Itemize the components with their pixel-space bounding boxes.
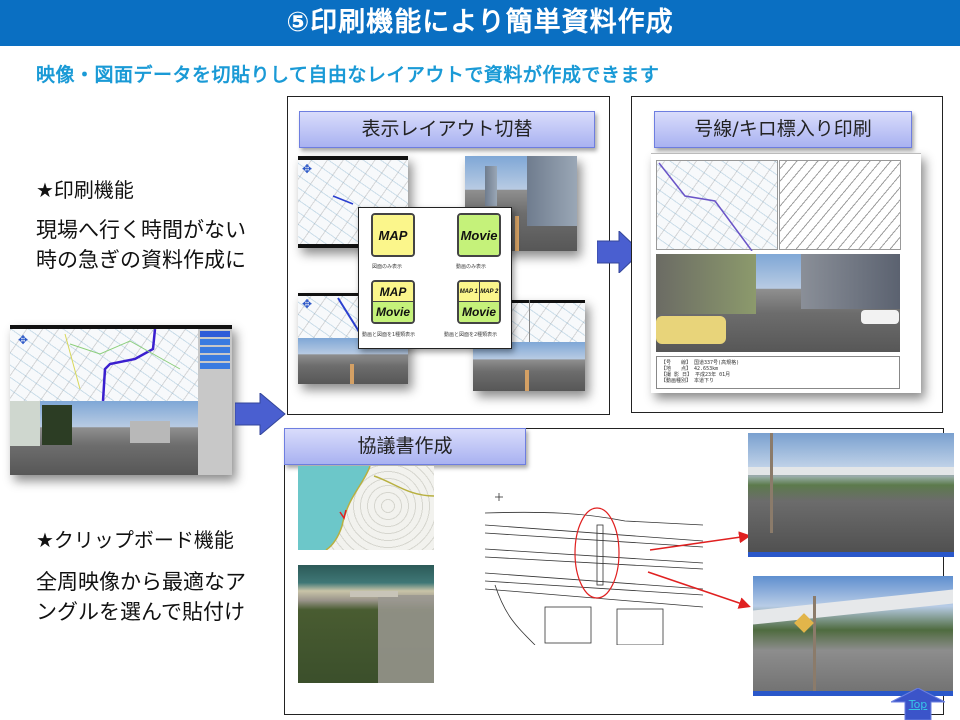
building [10, 401, 40, 446]
bridge [350, 591, 398, 597]
route-info-box: 【号 線】 国道337号(高規格) 【地 点】 42.653km 【撮 影 日】… [656, 356, 900, 389]
road-line [515, 216, 519, 251]
print-desc-line: 現場へ行く時間がない [36, 218, 246, 242]
map-movie-caption: 動画と図面を1種類表示 [362, 332, 416, 338]
control-buttons[interactable] [200, 363, 230, 369]
movie-only-caption: 動画のみ表示 [456, 264, 487, 270]
callout-arrow-top [649, 531, 751, 551]
route-line [658, 162, 753, 251]
movie-segment: Movie [459, 302, 499, 322]
map2-movie-button[interactable]: MAP 1 MAP 2 Movie [457, 280, 501, 324]
control-buttons[interactable] [200, 347, 230, 353]
callout-arrows [647, 531, 751, 609]
map-only-button[interactable]: MAP [371, 213, 415, 257]
info-key: 【動画種別】 [661, 378, 692, 384]
map-only-caption: 図面のみ表示 [372, 264, 403, 270]
street-view [473, 342, 585, 391]
layout-switch-label: 表示レイアウト切替 [299, 111, 595, 148]
route-line [64, 329, 181, 401]
tree [42, 405, 72, 445]
utility-pole [813, 596, 816, 691]
control-buttons[interactable] [200, 331, 230, 337]
clipboard-desc-line: 全周映像から最適なア [36, 570, 246, 594]
street-photo-top [748, 433, 954, 557]
pan-control-icon[interactable]: ✥ [302, 162, 312, 176]
topographic-map [298, 466, 434, 550]
map-segment: MAP [373, 282, 413, 302]
town-area [378, 595, 434, 683]
top-nav-button[interactable]: Top [891, 688, 945, 720]
print-map-left [656, 160, 778, 251]
layout-selector-popup: MAP 図面のみ表示 Movie 動画のみ表示 MAP Movie 動画と図面を… [358, 207, 512, 349]
app-street-view [10, 401, 198, 475]
building [656, 254, 756, 314]
print-map-right [779, 160, 901, 250]
movie-segment: Movie [373, 302, 413, 322]
movie-only-button[interactable]: Movie [457, 213, 501, 257]
pedestrian-bridge [748, 467, 954, 477]
pan-control-icon[interactable]: ✥ [302, 297, 312, 311]
pan-control-icon[interactable]: ✥ [18, 333, 28, 347]
clipboard-feature-heading: ★クリップボード機能 [36, 528, 234, 552]
top-link[interactable]: Top [903, 698, 933, 711]
pedestrian-bridge [753, 589, 953, 625]
slide-subtitle: 映像・図面データを切貼りして自由なレイアウトで資料が作成できます [36, 64, 660, 86]
movie-segment: Movie [459, 215, 499, 255]
print-desc-line: 時の急ぎの資料作成に [36, 248, 246, 272]
clipboard-feature-desc: 全周映像から最適なア ングルを選んで貼付け [36, 567, 246, 627]
coastline [298, 466, 434, 550]
car [861, 310, 899, 324]
info-row: 【動画種別】 本道下り [661, 378, 895, 384]
print-preview-sheet: 【号 線】 国道337号(高規格) 【地 点】 42.653km 【撮 影 日】… [651, 153, 921, 393]
print-street-image [656, 254, 900, 352]
agreement-label: 協議書作成 [284, 428, 526, 465]
callout-arrow-bottom [647, 571, 751, 609]
print-feature-heading: ★印刷機能 [36, 178, 134, 202]
map1-segment: MAP 1 [459, 282, 480, 301]
print-feature-desc: 現場へ行く時間がない 時の急ぎの資料作成に [36, 215, 246, 275]
slide-title: ⑤印刷機能により簡単資料作成 [0, 0, 960, 46]
road-line [525, 370, 529, 391]
aerial-photo [298, 565, 434, 683]
building [130, 421, 170, 443]
app-map-view: ✥ [10, 329, 198, 401]
map2-movie-caption: 動画と図面を2種類表示 [444, 332, 498, 338]
arrow-right-icon [235, 393, 286, 435]
map-divider [529, 300, 530, 342]
control-buttons[interactable] [200, 339, 230, 345]
street-photo-bottom [753, 576, 953, 696]
taxi [656, 316, 726, 344]
map-segments: MAP 1 MAP 2 [459, 282, 499, 302]
route-print-label: 号線/キロ標入り印刷 [654, 111, 912, 148]
building [485, 166, 497, 206]
road-line [350, 364, 354, 384]
map2-segment: MAP 2 [479, 282, 499, 301]
map-segment: MAP [373, 215, 413, 255]
building [527, 156, 577, 226]
control-buttons[interactable] [200, 355, 230, 361]
info-value: 本道下り [694, 378, 715, 384]
taskbar [748, 552, 954, 557]
clipboard-desc-line: ングルを選んで貼付け [36, 600, 245, 624]
building [801, 254, 900, 309]
utility-pole [770, 433, 773, 533]
app-screenshot: ✥ [10, 325, 232, 475]
app-control-panel [198, 329, 232, 475]
map-movie-button[interactable]: MAP Movie [371, 280, 415, 324]
